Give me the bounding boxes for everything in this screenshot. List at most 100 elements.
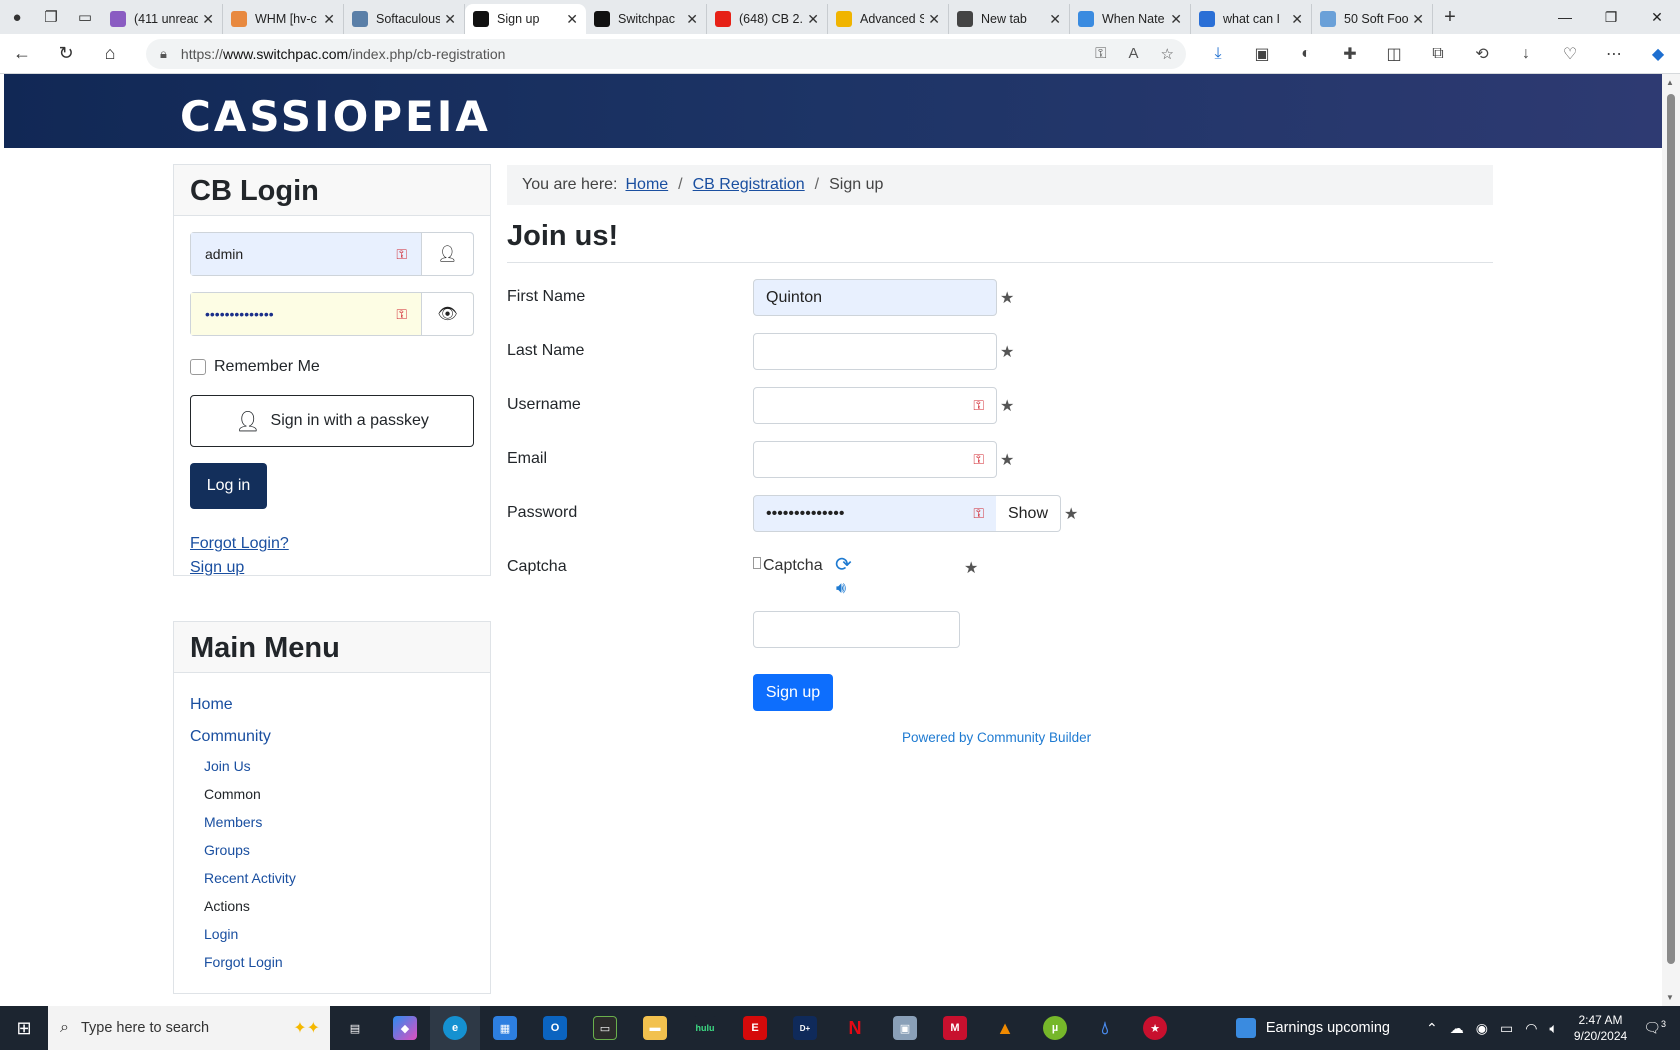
password-manager-icon[interactable]: ⚿ <box>396 246 407 263</box>
clock[interactable]: 2:47 AM 9/20/2024 <box>1574 1012 1627 1044</box>
mcafee-app-icon[interactable]: M <box>930 1006 980 1050</box>
tab-close-icon[interactable]: ✕ <box>1412 11 1424 28</box>
page-scrollbar[interactable]: ▲ ▼ <box>1662 74 1680 1006</box>
signup-button[interactable]: Sign up <box>753 674 833 711</box>
password-manager-icon[interactable]: ⚿ <box>973 451 984 468</box>
audio-captcha-icon[interactable]: 🔊︎ <box>836 580 846 598</box>
scroll-up-icon[interactable]: ▲ <box>1666 78 1674 87</box>
download-icon[interactable]: ⤓ <box>1196 45 1240 63</box>
browser-tab[interactable]: what can I ✕ <box>1191 4 1312 34</box>
menu-item-recent-activity[interactable]: Recent Activity <box>204 870 296 886</box>
tab-close-icon[interactable]: ✕ <box>807 11 819 28</box>
netflix-app-icon[interactable]: N <box>830 1006 880 1050</box>
menu-item-login[interactable]: Login <box>204 926 238 942</box>
browser-tab[interactable]: When Nate ✕ <box>1070 4 1191 34</box>
history-icon[interactable]: ⟲ <box>1460 44 1504 64</box>
url-bar[interactable]: 🔒︎ https://www.switchpac.com/index.php/c… <box>146 39 1186 69</box>
restore-icon[interactable]: ❐ <box>1588 0 1634 34</box>
tab-close-icon[interactable]: ✕ <box>1170 11 1182 28</box>
file-explorer-icon[interactable]: ▬ <box>630 1006 680 1050</box>
password-field[interactable]: •••••••••••••• ⚿ 👁︎ <box>190 292 474 336</box>
home-icon[interactable]: ⌂ <box>88 34 132 74</box>
battery-icon[interactable]: ▭ <box>1500 1020 1513 1037</box>
menu-item-home[interactable]: Home <box>190 696 233 714</box>
downloads-icon[interactable]: ↓ <box>1504 45 1548 63</box>
tab-close-icon[interactable]: ✕ <box>202 11 214 28</box>
new-tab-button[interactable]: + <box>1433 0 1467 34</box>
eye-icon[interactable]: 👁︎ <box>421 293 473 335</box>
app-tray-icon[interactable]: ◉ <box>1476 1020 1488 1037</box>
menu-item-join-us[interactable]: Join Us <box>204 758 251 774</box>
chevron-up-icon[interactable]: ⌃ <box>1426 1020 1438 1037</box>
scrollbar-thumb[interactable] <box>1667 94 1675 964</box>
browser-tab[interactable]: WHM [hv-c ✕ <box>223 4 344 34</box>
browser-tab[interactable]: Advanced S ✕ <box>828 4 949 34</box>
tab-close-icon[interactable]: ✕ <box>1049 11 1061 28</box>
tab-close-icon[interactable]: ✕ <box>928 11 940 28</box>
browser-tab[interactable]: New tab ✕ <box>949 4 1070 34</box>
captcha-input[interactable] <box>753 611 960 648</box>
menu-item-groups[interactable]: Groups <box>204 842 250 858</box>
tab-actions-icon[interactable]: ▭ <box>68 0 102 34</box>
volume-icon[interactable]: 🔈︎ <box>1549 1020 1557 1037</box>
signup-link[interactable]: Sign up <box>190 559 244 577</box>
refresh-captcha-icon[interactable]: ⟳ <box>835 552 852 577</box>
password-key-icon[interactable]: ⚿ <box>1095 45 1106 63</box>
notifications-icon[interactable]: 🗨︎3 <box>1643 1019 1666 1037</box>
password-generator-icon[interactable]: ⚿ <box>973 505 984 522</box>
show-password-button[interactable]: Show <box>996 495 1061 532</box>
close-window-icon[interactable]: ✕ <box>1634 0 1680 34</box>
email-input[interactable]: ⚿ <box>753 441 997 478</box>
menu-item-forgot-login[interactable]: Forgot Login <box>204 954 283 970</box>
browser-essentials-icon[interactable]: ♡ <box>1548 44 1592 64</box>
passkey-button[interactable]: 👤︎ Sign in with a passkey <box>190 395 474 447</box>
more-menu-icon[interactable]: ⋯ <box>1592 44 1636 64</box>
tab-close-icon[interactable]: ✕ <box>323 11 335 28</box>
favorite-star-icon[interactable]: ☆ <box>1161 45 1174 63</box>
disney-app-icon[interactable]: D+ <box>780 1006 830 1050</box>
extension-icon[interactable]: ▣ <box>1240 44 1284 64</box>
outlook-app-icon[interactable]: O <box>530 1006 580 1050</box>
vlc-app-icon[interactable]: ▲ <box>980 1006 1030 1050</box>
browser-tab[interactable]: Softaculous ✕ <box>344 4 465 34</box>
back-icon[interactable]: ← <box>0 34 44 74</box>
login-button[interactable]: Log in <box>190 463 267 509</box>
tab-close-icon[interactable]: ✕ <box>686 11 698 28</box>
windows-start-icon[interactable]: ⊞ <box>0 1006 48 1050</box>
tab-close-icon[interactable]: ✕ <box>1291 11 1303 28</box>
username-input[interactable]: ⚿ <box>753 387 997 424</box>
wifi-icon[interactable]: ◠ <box>1525 1020 1537 1037</box>
browser-tab[interactable]: 50 Soft Foo ✕ <box>1312 4 1433 34</box>
remember-me-checkbox[interactable] <box>190 359 206 375</box>
first-name-input[interactable]: Quinton <box>753 279 997 316</box>
collections-icon[interactable]: ⧉ <box>1416 45 1460 63</box>
terminal-app-icon[interactable]: ▭ <box>580 1006 630 1050</box>
browser-tab[interactable]: Sign up ✕ <box>465 4 586 34</box>
lock-icon[interactable]: 🔒︎ <box>160 46 167 62</box>
username-field[interactable]: admin ⚿ 👤︎ <box>190 232 474 276</box>
utorrent-app-icon[interactable]: µ <box>1030 1006 1080 1050</box>
refresh-icon[interactable]: ↻ <box>44 34 88 74</box>
extension-2-icon[interactable]: ◐ <box>1284 45 1328 63</box>
menu-item-community[interactable]: Community <box>190 728 271 746</box>
breadcrumb-cb-registration[interactable]: CB Registration <box>693 176 805 194</box>
extensions-puzzle-icon[interactable]: ✚ <box>1328 44 1372 64</box>
pokerstars-app-icon[interactable]: ★ <box>1130 1006 1180 1050</box>
edge-app-icon[interactable]: e <box>430 1006 480 1050</box>
onedrive-icon[interactable]: ☁ <box>1450 1020 1464 1037</box>
forgot-login-link[interactable]: Forgot Login? <box>190 535 289 553</box>
menu-item-members[interactable]: Members <box>204 814 262 830</box>
split-screen-icon[interactable]: ◫ <box>1372 44 1416 64</box>
workspaces-icon[interactable]: ❐ <box>34 0 68 34</box>
tab-close-icon[interactable]: ✕ <box>444 11 456 28</box>
password-input[interactable]: •••••••••••••• ⚿ <box>753 495 997 532</box>
copilot-icon[interactable]: ◆ <box>1636 44 1680 64</box>
hulu-app-icon[interactable]: hulu <box>680 1006 730 1050</box>
droplet-app-icon[interactable]: 💧︎ <box>1080 1006 1130 1050</box>
earnings-widget[interactable]: Earnings upcoming <box>1235 1018 1390 1038</box>
taskbar-search[interactable]: ⌕ Type here to search ✦✦ <box>48 1006 330 1050</box>
browser-tab[interactable]: (648) CB 2.0 ✕ <box>707 4 828 34</box>
browser-tab[interactable]: Switchpac ✕ <box>586 4 707 34</box>
profile-icon[interactable]: ● <box>0 0 34 34</box>
copilot-app-icon[interactable]: ◆ <box>380 1006 430 1050</box>
